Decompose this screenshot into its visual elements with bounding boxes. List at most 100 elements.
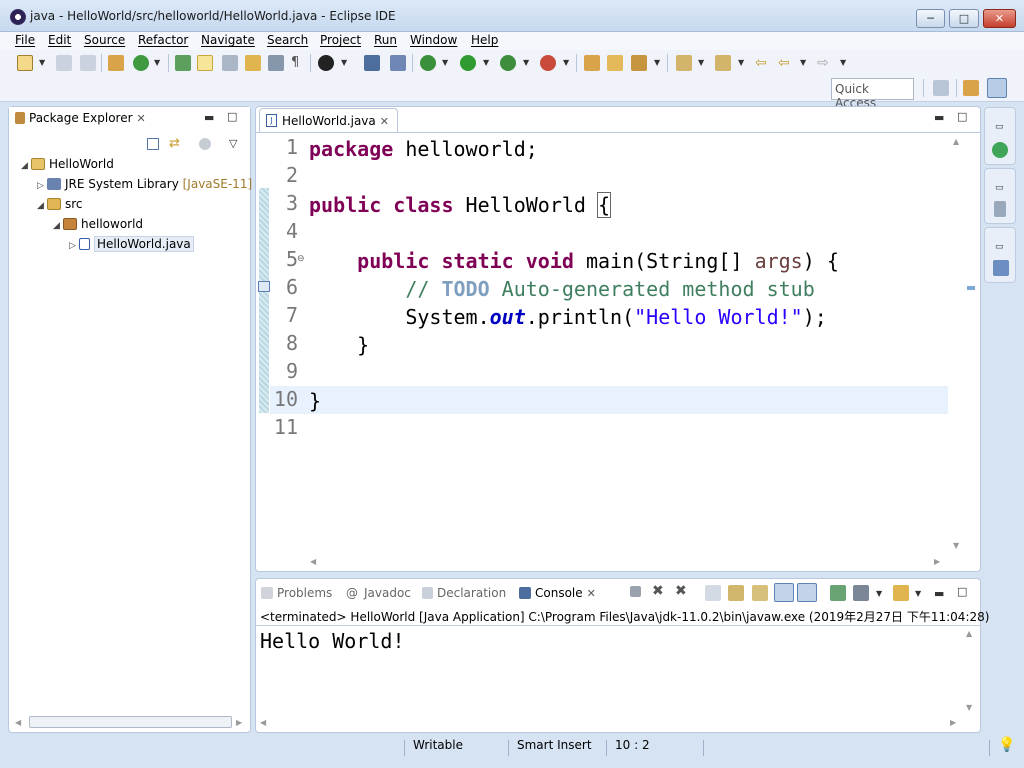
- tab-problems[interactable]: Problems: [261, 586, 332, 600]
- minimize-view-icon[interactable]: ▬: [204, 111, 214, 124]
- refresh-dropdown-icon[interactable]: ▼: [154, 58, 160, 67]
- wrench-icon[interactable]: [631, 55, 647, 71]
- horizontal-scrollbar-thumb[interactable]: [29, 716, 232, 728]
- status-insert-mode[interactable]: Smart Insert: [517, 738, 592, 752]
- debug-dropdown-icon[interactable]: ▼: [442, 58, 448, 67]
- minimize-view-icon[interactable]: ▬: [934, 587, 944, 600]
- close-tab-icon[interactable]: ✕: [380, 115, 389, 128]
- expand-arrow-icon[interactable]: ▷: [69, 241, 79, 251]
- open-perspective-icon[interactable]: [933, 80, 949, 96]
- collapse-arrow-icon[interactable]: ◢: [37, 201, 47, 211]
- forward-icon[interactable]: ⇨: [817, 55, 833, 71]
- scroll-right-icon[interactable]: ▶: [934, 557, 940, 566]
- restore-icon[interactable]: ▭: [995, 122, 1004, 132]
- overview-ruler-marker[interactable]: [967, 286, 975, 290]
- search-icon[interactable]: [175, 55, 191, 71]
- clear-console-icon[interactable]: [705, 585, 721, 601]
- scroll-left-icon[interactable]: ◀: [15, 718, 21, 727]
- refresh-icon[interactable]: [133, 55, 149, 71]
- tree-item-project[interactable]: ◢ HelloWorld: [21, 157, 114, 171]
- menu-project[interactable]: Project: [320, 33, 361, 47]
- menu-edit[interactable]: Edit: [48, 33, 71, 47]
- terminate-icon[interactable]: [630, 586, 641, 597]
- menu-refactor[interactable]: Refactor: [138, 33, 188, 47]
- tree-item-file[interactable]: ▷ HelloWorld.java: [69, 236, 194, 252]
- prev-annotation-icon[interactable]: [715, 55, 731, 71]
- show-stderr-icon[interactable]: [797, 583, 817, 602]
- task-list-icon[interactable]: [992, 142, 1008, 158]
- menu-source[interactable]: Source: [84, 33, 125, 47]
- maximize-view-icon[interactable]: □: [227, 110, 237, 123]
- tree-item-src[interactable]: ◢ src: [37, 197, 83, 211]
- user-icon[interactable]: [318, 55, 334, 71]
- scroll-down-icon[interactable]: ▼: [966, 703, 972, 712]
- menu-window[interactable]: Window: [410, 33, 457, 47]
- word-wrap-icon[interactable]: [752, 585, 768, 601]
- close-button[interactable]: ✕: [983, 9, 1016, 28]
- next-annotation-icon[interactable]: [676, 55, 692, 71]
- tab-declaration[interactable]: Declaration: [422, 586, 506, 600]
- quick-access-field[interactable]: Quick Access: [831, 78, 914, 110]
- scroll-up-icon[interactable]: ▲: [953, 137, 959, 146]
- tab-package-explorer[interactable]: Package Explorer ✕: [15, 111, 146, 125]
- scroll-lock-icon[interactable]: [728, 585, 744, 601]
- forward-dropdown-icon[interactable]: ▼: [840, 58, 846, 67]
- save-icon[interactable]: [56, 55, 72, 71]
- user-dropdown-icon[interactable]: ▼: [341, 58, 347, 67]
- close-tab-icon[interactable]: ✕: [137, 112, 146, 125]
- console-output[interactable]: Hello World!: [260, 629, 405, 653]
- skip-breakpoints-icon[interactable]: [390, 55, 406, 71]
- menu-search[interactable]: Search: [267, 33, 308, 47]
- tab-hello-world-java[interactable]: J HelloWorld.java ✕: [259, 108, 398, 132]
- scroll-down-icon[interactable]: ▼: [953, 541, 959, 550]
- run-icon[interactable]: [460, 55, 476, 71]
- coverage-dropdown-icon[interactable]: ▼: [523, 58, 529, 67]
- back-dropdown-icon[interactable]: ▼: [800, 58, 806, 67]
- pin-console-icon[interactable]: [830, 585, 846, 601]
- new-icon[interactable]: [17, 55, 33, 71]
- debug-icon[interactable]: [420, 55, 436, 71]
- collapse-arrow-icon[interactable]: ◢: [21, 161, 31, 171]
- collapse-all-icon[interactable]: [147, 138, 159, 150]
- menu-run[interactable]: Run: [374, 33, 397, 47]
- external-tools-dropdown-icon[interactable]: ▼: [563, 58, 569, 67]
- filter-icon[interactable]: [199, 138, 211, 150]
- tree-item-jre[interactable]: ▷ JRE System Library [JavaSE-11]: [37, 177, 252, 191]
- fold-collapse-icon[interactable]: ⊖: [297, 254, 305, 264]
- maximize-view-icon[interactable]: □: [957, 585, 967, 598]
- tab-javadoc[interactable]: @ Javadoc: [346, 586, 411, 600]
- task-marker-icon[interactable]: [258, 281, 270, 292]
- new-dropdown-icon[interactable]: ▼: [39, 58, 45, 67]
- minimize-button[interactable]: ─: [916, 9, 945, 28]
- outline-icon[interactable]: [993, 260, 1009, 276]
- scroll-right-icon[interactable]: ▶: [950, 718, 956, 727]
- java-ee-perspective-icon[interactable]: [963, 80, 979, 96]
- console-icon[interactable]: [364, 55, 380, 71]
- last-edit-icon[interactable]: ⇦: [755, 55, 771, 71]
- run-dropdown-icon[interactable]: ▼: [483, 58, 489, 67]
- scroll-up-icon[interactable]: ▲: [966, 629, 972, 638]
- menu-file[interactable]: File: [15, 33, 35, 47]
- menu-navigate[interactable]: Navigate: [201, 33, 255, 47]
- link-icon[interactable]: [222, 55, 238, 71]
- new-package-icon[interactable]: [584, 55, 600, 71]
- minimize-view-icon[interactable]: ▬: [934, 111, 944, 124]
- next-annotation-dropdown-icon[interactable]: ▼: [698, 58, 704, 67]
- wrench-dropdown-icon[interactable]: ▼: [654, 58, 660, 67]
- back-icon[interactable]: ⇦: [778, 55, 794, 71]
- open-console-dropdown-icon[interactable]: ▼: [915, 589, 921, 598]
- open-console-icon[interactable]: [893, 585, 909, 601]
- maximize-view-icon[interactable]: □: [957, 110, 967, 123]
- editor-vertical-scrollbar[interactable]: ▲ ▼: [951, 135, 965, 553]
- java-perspective-icon[interactable]: [987, 78, 1007, 98]
- editor-horizontal-scrollbar[interactable]: ◀ ▶: [308, 555, 948, 569]
- display-console-icon[interactable]: [853, 585, 869, 601]
- block-select-icon[interactable]: [268, 55, 284, 71]
- highlight-icon[interactable]: [197, 55, 213, 71]
- maximize-button[interactable]: □: [949, 9, 979, 28]
- open-type-icon[interactable]: [108, 55, 124, 71]
- collapse-arrow-icon[interactable]: ◢: [53, 221, 63, 231]
- view-menu-icon[interactable]: ▽: [229, 137, 237, 150]
- close-tab-icon[interactable]: ✕: [587, 587, 596, 600]
- scroll-left-icon[interactable]: ◀: [260, 718, 266, 727]
